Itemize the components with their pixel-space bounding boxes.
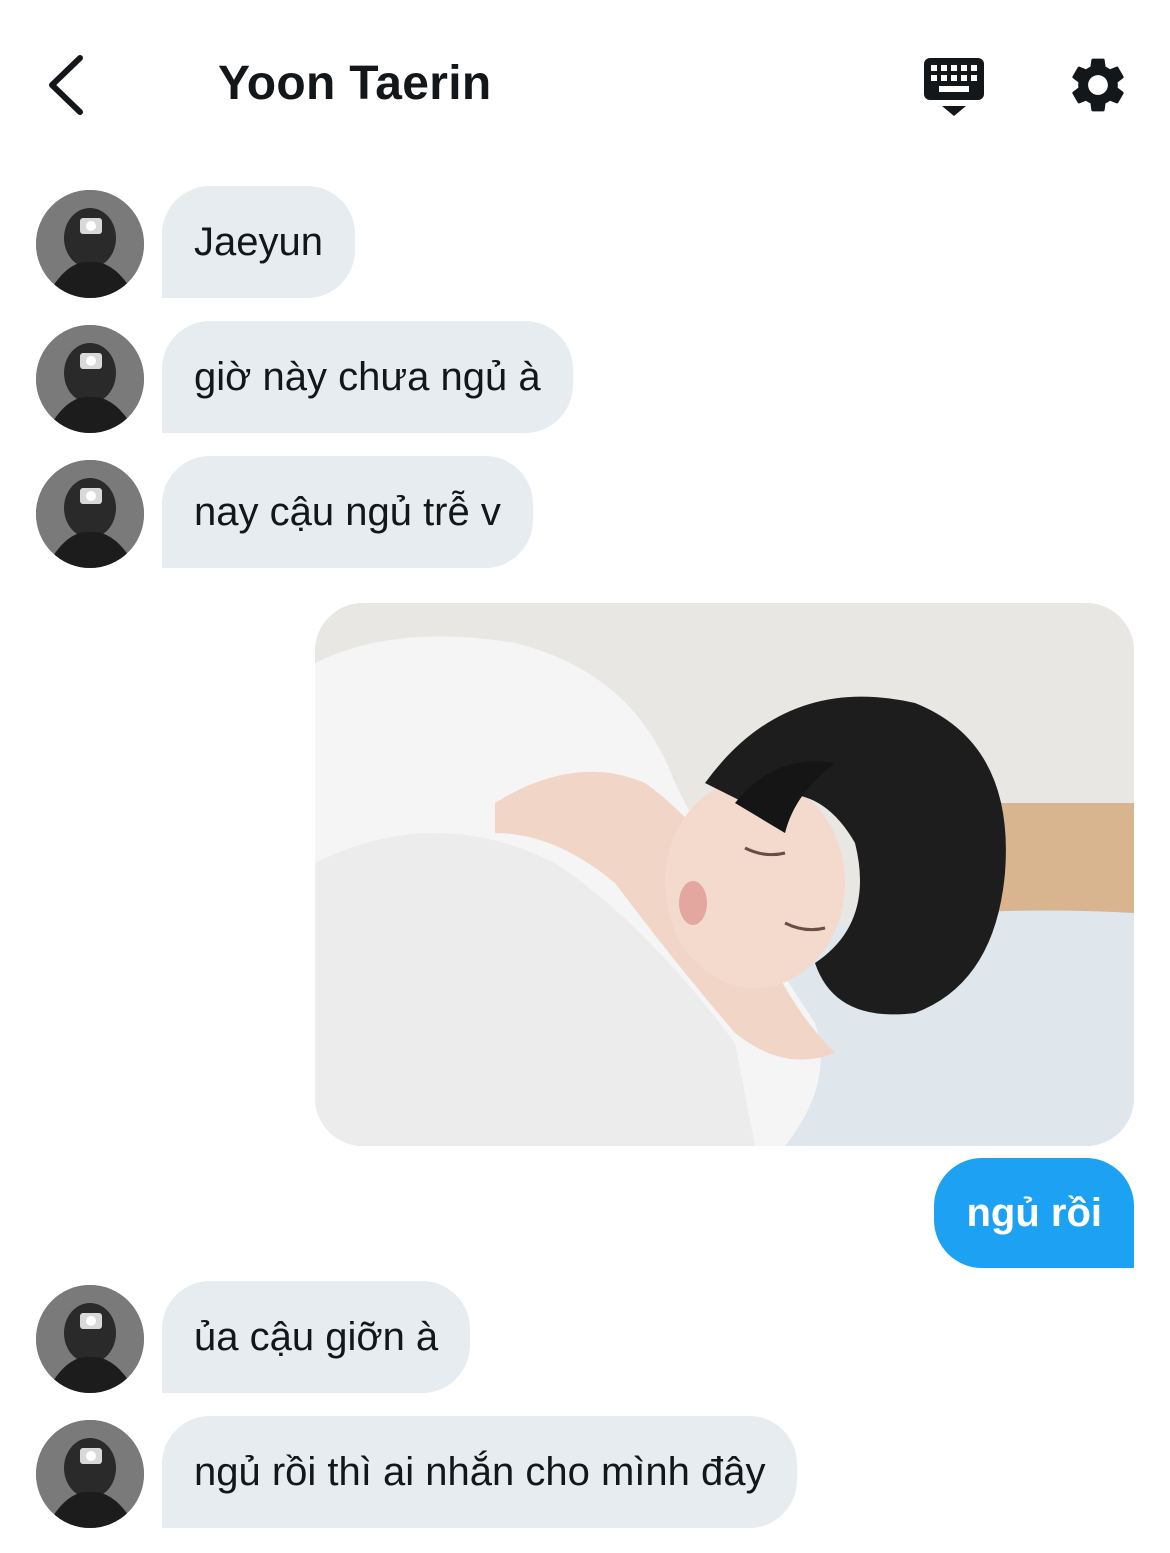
sleeping-person-photo (315, 603, 1134, 1146)
incoming-message-bubble[interactable]: ngủ rồi thì ai nhắn cho mình đây (162, 1416, 798, 1528)
message-row: ủa cậu giỡn à (0, 1281, 1170, 1393)
avatar-photo (36, 1420, 144, 1528)
incoming-message-bubble[interactable]: giờ này chưa ngủ à (162, 321, 573, 433)
avatar[interactable] (36, 1285, 144, 1393)
message-row: ngủ rồi thì ai nhắn cho mình đây (0, 1416, 1170, 1528)
avatar[interactable] (36, 460, 144, 568)
chevron-left-icon (49, 55, 83, 115)
conversation-title: Yoon Taerin (218, 57, 492, 110)
avatar-photo (36, 190, 144, 298)
avatar[interactable] (36, 190, 144, 298)
keyboard-button[interactable] (920, 54, 988, 118)
avatar-photo (36, 325, 144, 433)
avatar[interactable] (36, 325, 144, 433)
outgoing-image-message[interactable] (315, 603, 1134, 1146)
message-row: nay cậu ngủ trễ v (0, 456, 1170, 568)
incoming-message-bubble[interactable]: ủa cậu giỡn à (162, 1281, 471, 1393)
dm-conversation-screen: Yoon Taerin Jaeyun giờ này chưa ngủ à na… (0, 0, 1170, 1553)
keyboard-icon (924, 58, 984, 116)
settings-button[interactable] (1065, 52, 1131, 118)
avatar[interactable] (36, 1420, 144, 1528)
avatar-photo (36, 1285, 144, 1393)
message-row: giờ này chưa ngủ à (0, 321, 1170, 433)
avatar-photo (36, 460, 144, 568)
message-row: ngủ rồi (0, 1158, 1170, 1268)
conversation-header: Yoon Taerin (0, 0, 1170, 170)
message-row: Jaeyun (0, 186, 1170, 298)
incoming-message-bubble[interactable]: Jaeyun (162, 186, 355, 298)
back-button[interactable] (40, 50, 100, 120)
gear-icon (1072, 58, 1124, 112)
incoming-message-bubble[interactable]: nay cậu ngủ trễ v (162, 456, 533, 568)
outgoing-message-bubble[interactable]: ngủ rồi (934, 1158, 1134, 1268)
